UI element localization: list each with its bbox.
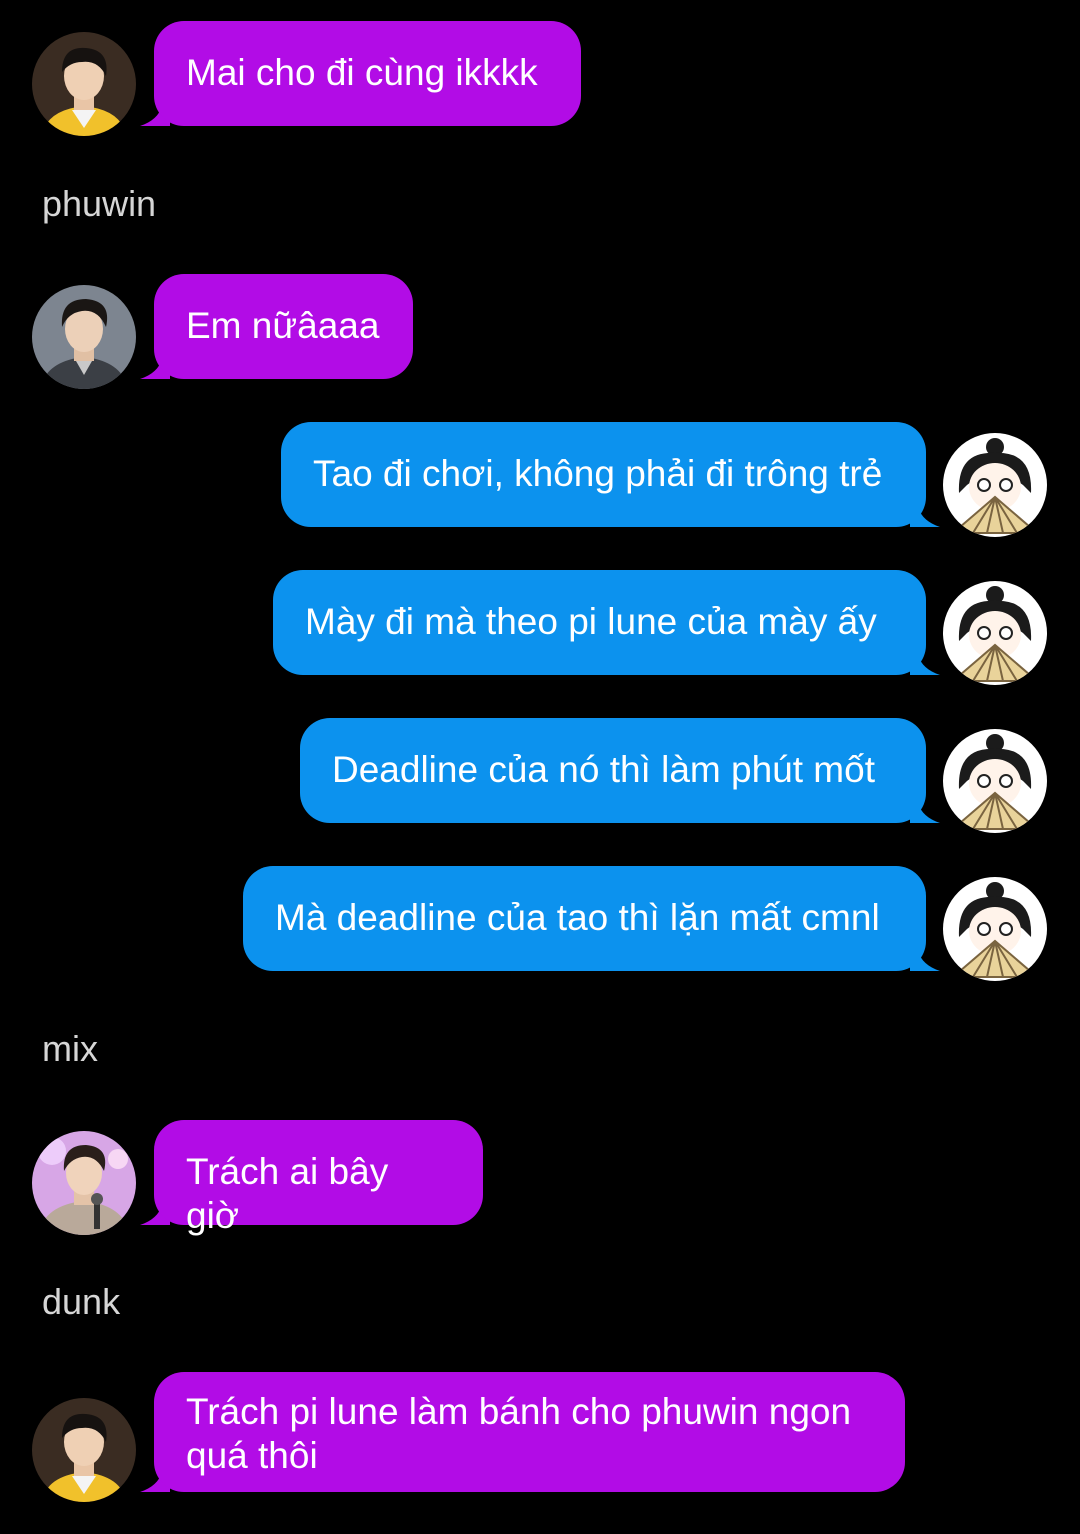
avatar[interactable]	[32, 285, 136, 389]
avatar[interactable]	[32, 32, 136, 136]
message-bubble[interactable]: Trách pi lune làm bánh cho phuwin ngon q…	[154, 1372, 905, 1492]
avatar-anime-fan-icon	[943, 581, 1047, 685]
message-bubble[interactable]: Mà deadline của tao thì lặn mất cmnl	[243, 866, 926, 971]
sender-label: mix	[42, 1028, 98, 1069]
sender-label: dunk	[42, 1281, 121, 1322]
message-bubble[interactable]: Deadline của nó thì làm phút mốt	[300, 718, 926, 823]
message-bubble[interactable]: Em nữâaaa	[154, 274, 413, 379]
avatar-anime-fan-icon	[943, 433, 1047, 537]
avatar[interactable]	[943, 581, 1047, 685]
message-bubble[interactable]: Mày đi mà theo pi lune của mày ấy	[273, 570, 926, 675]
sender-label: phuwin	[42, 183, 157, 224]
avatar[interactable]	[943, 433, 1047, 537]
avatar-anime-fan-icon	[943, 729, 1047, 833]
avatar[interactable]	[943, 877, 1047, 981]
bubble-tail	[910, 951, 940, 971]
avatar[interactable]	[943, 729, 1047, 833]
message-bubble[interactable]: Mai cho đi cùng ikkkk	[154, 21, 581, 126]
avatar-dark-jacket-icon	[32, 285, 136, 389]
message-bubble[interactable]: Trách ai bây giờ	[154, 1120, 483, 1236]
bubble-tail	[910, 655, 940, 675]
avatar-yellow-jacket-icon	[32, 32, 136, 136]
avatar-stage-microphone-icon	[32, 1131, 136, 1235]
avatar[interactable]	[32, 1131, 136, 1235]
avatar-yellow-jacket-icon	[32, 1398, 136, 1502]
avatar[interactable]	[32, 1398, 136, 1502]
avatar-anime-fan-icon	[943, 877, 1047, 981]
bubble-tail	[910, 507, 940, 527]
bubble-tail	[910, 803, 940, 823]
message-bubble[interactable]: Tao đi chơi, không phải đi trông trẻ	[281, 422, 926, 527]
